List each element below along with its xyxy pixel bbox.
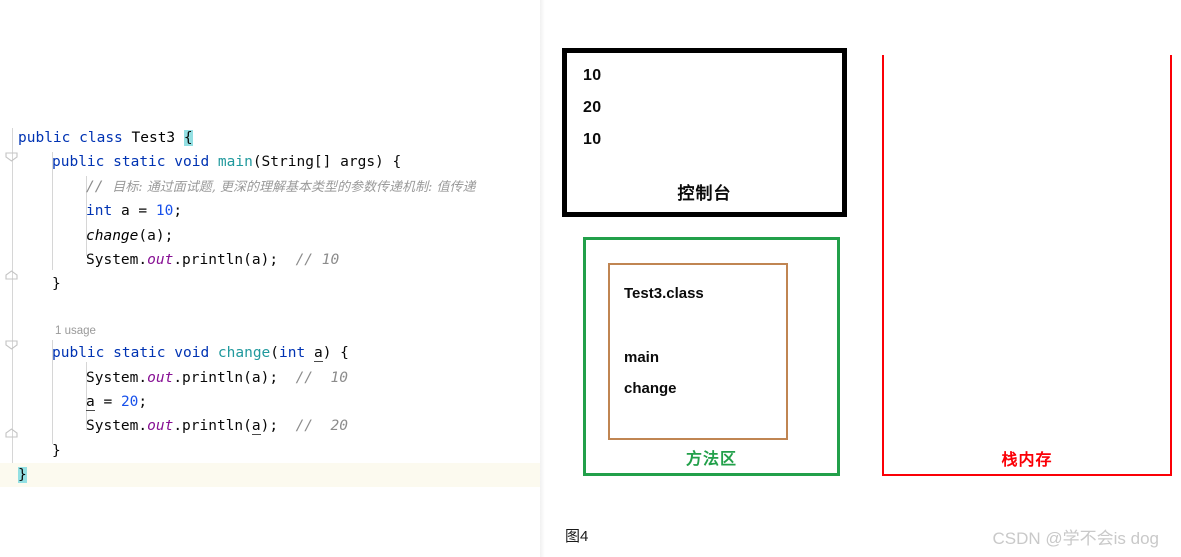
token-println-close: ); [260, 369, 279, 386]
class-entry-label: Test3.class [624, 285, 704, 302]
fold-chevron-main[interactable] [4, 150, 19, 165]
token-comment-slashes: // [86, 178, 104, 195]
code-line-println-after[interactable]: System.out.println(a); // 20 [0, 414, 545, 438]
token-field-out: out [147, 369, 174, 386]
method-entry-change: change [624, 380, 677, 397]
console-output-line: 10 [583, 67, 602, 84]
code-line-int-a[interactable]: int a = 10; [0, 199, 545, 223]
token-param-a: a [251, 418, 261, 436]
token-var-a: a [251, 369, 261, 386]
token-keyword-class: class [79, 130, 123, 146]
fold-chevron-change[interactable] [4, 338, 19, 353]
console-label: 控制台 [677, 184, 732, 203]
code-line-class-decl[interactable]: public class Test3 { [0, 126, 545, 150]
token-keyword-int: int [279, 345, 306, 362]
token-comment-10: // 10 [295, 369, 348, 386]
stack-memory-box: 栈内存 [882, 55, 1172, 476]
inlay-hint-usage-count[interactable]: 1 usage [0, 321, 545, 341]
token-var-a: a [251, 251, 261, 268]
code-line-comment[interactable]: // 目标: 通过面试题, 更深的理解基本类型的参数传递机制: 值传递 [0, 175, 545, 199]
token-keyword-public: public [18, 130, 71, 146]
code-line-main-close[interactable]: } [0, 272, 545, 296]
code-line-change-call[interactable]: change(a); [0, 224, 545, 248]
memory-diagram: 10 20 10 控制台 Test3.class main change 方法区… [545, 0, 1181, 557]
fold-chevron-main-end[interactable] [4, 268, 19, 283]
token-keyword-static: static [113, 345, 166, 362]
token-keyword-public: public [52, 345, 105, 362]
code-line-class-close[interactable]: } [0, 463, 545, 488]
token-field-out: out [147, 251, 174, 268]
token-var-a: a [120, 203, 130, 220]
token-method-change: change [217, 345, 271, 362]
token-paren-open: ( [270, 345, 280, 362]
code-editor-pane[interactable]: public class Test3 { public static void … [0, 0, 545, 557]
token-system: System. [86, 251, 148, 268]
token-comment-20: // 20 [295, 418, 348, 435]
code-line-assign-a[interactable]: a = 20; [0, 390, 545, 414]
token-comment-10: // 10 [295, 251, 340, 268]
token-keyword-void: void [174, 154, 210, 171]
token-system: System. [86, 369, 148, 386]
token-call-change-args: (a); [138, 227, 174, 244]
token-paren-close-brace: ) { [322, 345, 349, 362]
token-keyword-int: int [86, 203, 113, 220]
watermark: CSDN @学不会is dog [992, 529, 1159, 548]
token-main-params: (String[] args) { [252, 154, 402, 171]
code-line-main-signature[interactable]: public static void main(String[] args) { [0, 150, 545, 174]
console-output-line: 20 [583, 99, 602, 116]
token-keyword-void: void [174, 345, 210, 362]
method-entry-main: main [624, 349, 660, 366]
code-line-println-before[interactable]: System.out.println(a); // 10 [0, 366, 545, 390]
code-lines[interactable]: public class Test3 { public static void … [0, 126, 545, 488]
console-output-line: 10 [583, 131, 602, 148]
token-brace-close-highlight: } [18, 467, 27, 484]
method-area-box: Test3.class main change 方法区 [583, 237, 840, 476]
stack-memory-label: 栈内存 [1001, 452, 1053, 469]
token-call-change: change [86, 227, 139, 244]
code-line-blank[interactable] [0, 297, 545, 321]
code-line-change-signature[interactable]: public static void change(int a) { [0, 341, 545, 365]
token-brace-close: } [52, 442, 61, 459]
token-brace-close: } [52, 276, 61, 293]
method-area-label: 方法区 [685, 451, 737, 468]
token-system: System. [86, 418, 148, 435]
code-line-change-close[interactable]: } [0, 439, 545, 463]
token-keyword-public: public [52, 154, 105, 171]
token-keyword-static: static [113, 154, 166, 171]
token-println-close: ); [260, 418, 279, 435]
token-field-out: out [147, 418, 174, 435]
code-line-println-main[interactable]: System.out.println(a); // 10 [0, 248, 545, 272]
fold-chevron-change-end[interactable] [4, 426, 19, 441]
class-metadata-box: Test3.class main change [608, 263, 788, 440]
figure-caption: 图4 [565, 528, 589, 545]
token-println-open: .println( [173, 369, 252, 386]
token-number-20: 20 [120, 393, 139, 410]
token-println-open: .println( [173, 251, 252, 268]
token-type-name: Test3 [131, 130, 176, 146]
token-param-a: a [86, 393, 95, 411]
console-box: 10 20 10 控制台 [562, 48, 847, 217]
token-println-close: ); [260, 251, 279, 268]
token-method-main: main [217, 154, 253, 171]
token-comment-text: 目标: 通过面试题, 更深的理解基本类型的参数传递机制: 值传递 [112, 179, 476, 195]
token-println-open: .println( [173, 418, 252, 435]
token-number-10: 10 [155, 203, 174, 220]
token-brace-open-highlight: { [183, 130, 193, 146]
token-param-a: a [313, 345, 323, 363]
